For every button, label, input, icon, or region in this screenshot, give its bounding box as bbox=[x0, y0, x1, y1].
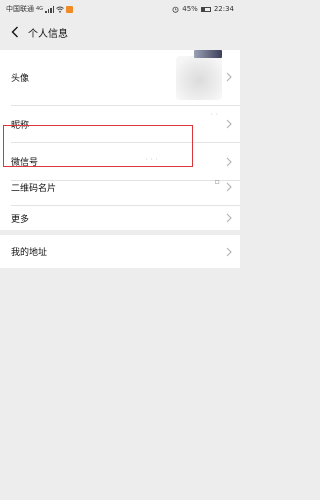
wifi-icon bbox=[56, 6, 64, 13]
more-label: 更多 bbox=[11, 214, 30, 225]
wechat-id-label: 微信号 bbox=[11, 158, 39, 168]
network-label: 4G bbox=[36, 6, 44, 12]
qr-code-row-content[interactable]: 二维码名片 ▫ bbox=[0, 169, 240, 205]
chevron-right-icon bbox=[226, 213, 232, 223]
status-bar: 中国联通 4G 45% 22:34 bbox=[0, 0, 240, 18]
wechat-id-value-blurred: · · · bbox=[145, 155, 158, 164]
chevron-right-icon bbox=[226, 182, 232, 192]
qr-code-icon: ▫ bbox=[214, 177, 220, 186]
back-arrow-icon bbox=[11, 26, 18, 38]
back-button[interactable] bbox=[8, 25, 22, 39]
status-left: 中国联通 4G bbox=[6, 4, 74, 14]
battery-icon bbox=[200, 6, 211, 12]
avatar-row[interactable]: 头像 bbox=[0, 50, 240, 105]
carrier-label: 中国联通 bbox=[6, 5, 34, 13]
chevron-right-icon bbox=[226, 119, 232, 129]
battery-percent: 45% bbox=[182, 5, 198, 13]
notification-badge-icon bbox=[66, 5, 74, 13]
chevron-right-icon bbox=[226, 157, 232, 167]
page-title: 个人信息 bbox=[28, 28, 68, 40]
address-label: 我的地址 bbox=[11, 248, 48, 258]
address-row[interactable]: 我的地址 bbox=[0, 235, 240, 268]
alarm-icon bbox=[172, 6, 179, 13]
more-row[interactable]: 更多 bbox=[0, 206, 240, 230]
nickname-row[interactable]: 昵称 · · bbox=[0, 106, 240, 142]
nickname-value-blurred: · · bbox=[210, 110, 218, 119]
status-right: 45% 22:34 bbox=[172, 5, 234, 13]
qr-code-label: 二维码名片 bbox=[11, 183, 57, 194]
chevron-right-icon bbox=[226, 247, 232, 257]
nickname-label: 昵称 bbox=[11, 120, 30, 131]
avatar-label: 头像 bbox=[11, 74, 30, 84]
profile-info-group: 头像 昵称 · · 微信号 · · · 二维码名片 ▫ 更多 bbox=[0, 50, 240, 230]
address-group: 我的地址 bbox=[0, 235, 240, 268]
chevron-right-icon bbox=[226, 72, 232, 82]
avatar bbox=[176, 56, 222, 100]
avatar-image-edge bbox=[194, 50, 222, 58]
signal-icon bbox=[45, 5, 55, 13]
nav-bar: 个人信息 bbox=[0, 18, 240, 46]
clock: 22:34 bbox=[213, 5, 234, 13]
